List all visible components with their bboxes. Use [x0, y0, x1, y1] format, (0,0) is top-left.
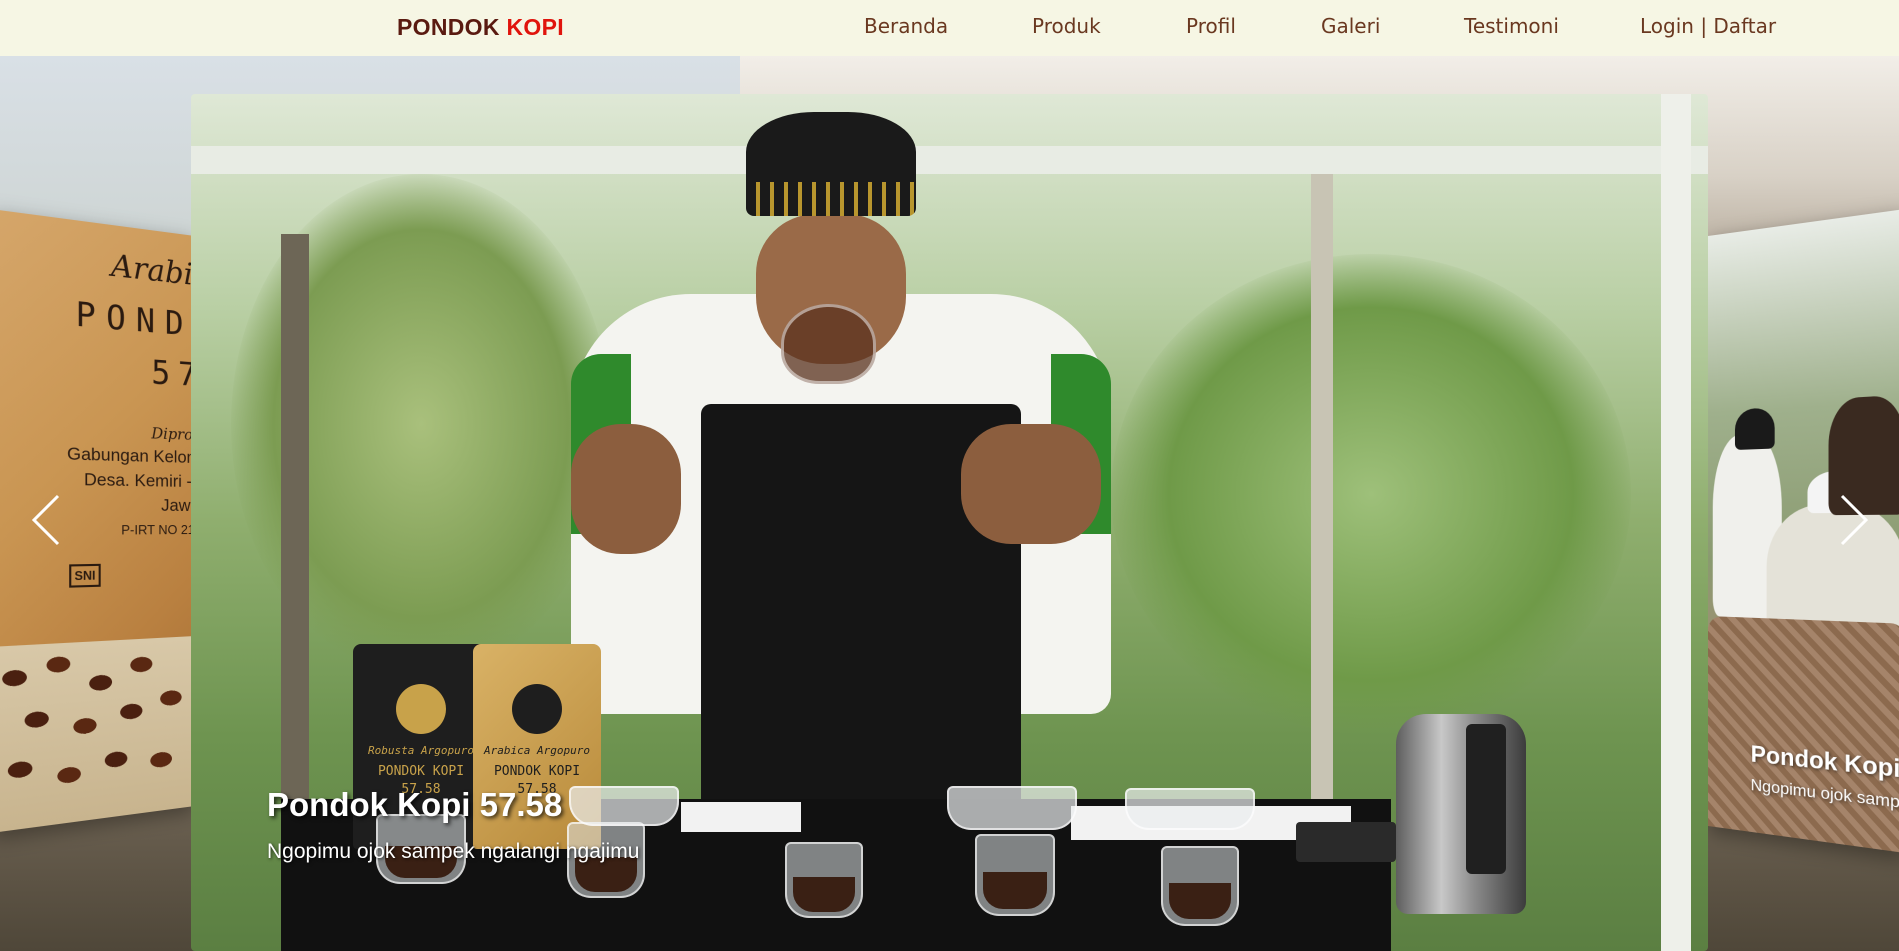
prev-bag-name: PONDO — [75, 294, 195, 347]
hero-carousel: Arabic PONDO 57 Dipro Gabungan Kelomp De… — [0, 56, 1899, 951]
slide-title: Pondok Kopi 57.58 — [267, 786, 563, 823]
sni-badge: SNI — [69, 563, 101, 588]
prev-bag-brand: Arabic — [111, 247, 195, 295]
active-slide: Robusta Argopuro PONDOK KOPI 57.58 Arabi… — [191, 94, 1708, 951]
bag-emblem — [396, 684, 446, 734]
carousel-prev-button[interactable] — [22, 490, 72, 550]
bag-variant: Arabica Argopuro — [484, 744, 590, 757]
chevron-left-icon — [31, 494, 60, 546]
tasting-glass — [781, 304, 876, 384]
prev-bag-line3: Desa. Kemiri - — [83, 469, 192, 491]
coffee-scale — [1296, 822, 1396, 862]
prev-bag-line1: Dipro — [151, 424, 193, 444]
palm-trunk — [1311, 174, 1333, 874]
bag-name: PONDOK KOPI — [377, 764, 465, 779]
nav-link-galeri[interactable]: Galeri — [1321, 14, 1380, 38]
slide-caption: Ngopimu ojok sampek ngalangi ngajimu — [267, 840, 640, 863]
glass-cup — [1161, 846, 1239, 926]
nav-link-beranda[interactable]: Beranda — [864, 14, 948, 38]
nav-link-produk[interactable]: Produk — [1032, 14, 1101, 38]
nav-link-profil[interactable]: Profil — [1186, 14, 1236, 38]
chevron-right-icon — [1840, 494, 1869, 546]
navbar: PONDOK KOPI Beranda Produk Profil Galeri… — [0, 0, 1899, 56]
bag-variant: Robusta Argopuro — [368, 744, 474, 757]
person-cap — [1734, 407, 1775, 450]
prev-bag-number: 57 — [151, 352, 195, 395]
rattan-chair — [1708, 616, 1899, 854]
barista-arm — [961, 424, 1101, 544]
electric-kettle — [1396, 714, 1526, 914]
window-frame-right — [1661, 94, 1691, 951]
barista-arm — [571, 424, 681, 554]
glass-cup — [975, 834, 1055, 916]
prev-bag-line2: Gabungan Kelomp — [67, 443, 195, 468]
nav-link-testimoni[interactable]: Testimoni — [1464, 14, 1559, 38]
prev-bag-line5: P-IRT NO 210 — [121, 521, 195, 538]
glass-lid — [569, 786, 679, 826]
rice-terrace — [1111, 254, 1631, 734]
glass-lid — [1125, 788, 1255, 830]
nav-links: Beranda Produk Profil Galeri Testimoni L… — [0, 14, 1899, 44]
glass-lid — [947, 786, 1077, 830]
bag-name: PONDOK KOPI — [493, 764, 581, 779]
bag-emblem — [512, 684, 562, 734]
coffee-beans-image — [0, 636, 195, 833]
glass-cup — [785, 842, 863, 918]
hat-band — [746, 182, 916, 216]
window-frame-top — [191, 146, 1708, 174]
prev-bag-line4: Jaw — [161, 495, 191, 515]
kettle-handle — [1466, 724, 1506, 874]
nav-link-login-daftar[interactable]: Login | Daftar — [1640, 14, 1776, 38]
paper-sheet — [681, 802, 801, 832]
carousel-next-button[interactable] — [1828, 490, 1878, 550]
